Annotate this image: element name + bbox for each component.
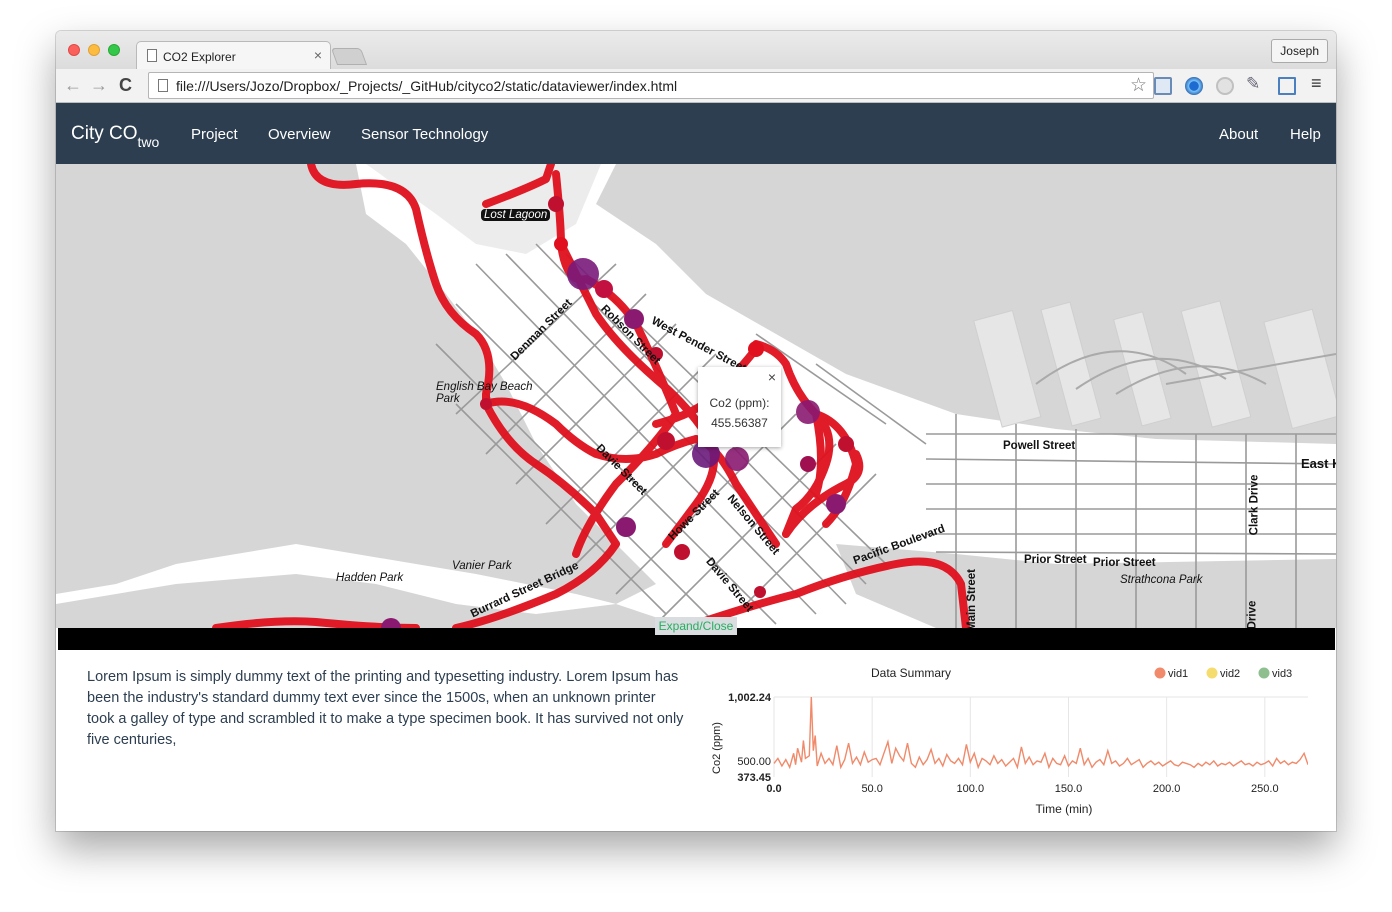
chart-series-line <box>773 696 1308 770</box>
document-icon <box>147 49 157 62</box>
popup-close-icon[interactable]: × <box>768 369 776 385</box>
menu-icon[interactable]: ≡ <box>1311 73 1329 93</box>
co2-popup: × Co2 (ppm): 455.56387 <box>698 367 781 447</box>
popup-label: Co2 (ppm): <box>709 396 770 410</box>
map-label: Main Street <box>966 569 978 628</box>
back-arrow-icon[interactable]: ← <box>64 75 82 95</box>
profile-button[interactable]: Joseph <box>1271 39 1328 63</box>
chart-legend: vid1 vid2 vid3 <box>1154 667 1292 680</box>
chart-legend-swatch <box>1154 667 1166 679</box>
eyedropper-icon[interactable]: ✎ <box>1246 74 1264 93</box>
url-text[interactable]: file:///Users/Jozo/Dropbox/_Projects/_Gi… <box>176 78 677 94</box>
window-maximize-button[interactable] <box>108 44 120 56</box>
new-tab-button[interactable] <box>330 48 368 65</box>
nav-link-sensor-technology[interactable]: Sensor Technology <box>361 126 488 143</box>
browser-toolbar: ← → C file:///Users/Jozo/Dropbox/_Projec… <box>56 69 1336 103</box>
browser-tab[interactable]: CO2 Explorer × <box>136 41 331 69</box>
browser-window: CO2 Explorer × Joseph ← → C file:///User… <box>56 31 1336 831</box>
document-icon <box>158 79 168 92</box>
chart-x-axis-label: Time (min) <box>1036 802 1093 816</box>
chart-legend-swatch <box>1206 667 1218 679</box>
map-label: Lost Lagoon <box>481 209 551 221</box>
nav-link-help[interactable]: Help <box>1290 126 1321 143</box>
map-label: East H <box>1301 456 1336 471</box>
summary-text: Lorem Ipsum is simply dummy text of the … <box>87 669 684 748</box>
nav-link-overview[interactable]: Overview <box>268 126 331 143</box>
extension-ghost-icon[interactable] <box>1216 77 1234 95</box>
chart-title: Data Summary <box>871 666 951 680</box>
reload-icon[interactable]: C <box>119 75 132 95</box>
chart-legend-label: vid2 <box>1220 668 1240 680</box>
chart-x-tick-label: 200.0 <box>1153 783 1181 795</box>
extension-window-icon[interactable] <box>1154 77 1172 95</box>
brand-main: City CO <box>71 123 138 144</box>
chart-y-ticks: 1,002.24500.00373.45 <box>728 692 772 784</box>
map-label: Clark Drive <box>1248 474 1261 536</box>
site-navbar: City COtwo Project Overview Sensor Techn… <box>56 103 1336 164</box>
tab-close-icon[interactable]: × <box>314 47 322 63</box>
co2-map[interactable]: Lost Lagoon Denman Street Robson Street … <box>56 164 1336 628</box>
bookmark-star-icon[interactable]: ☆ <box>1130 74 1147 97</box>
map-label: English Bay Beach Park <box>436 381 533 405</box>
address-bar[interactable]: file:///Users/Jozo/Dropbox/_Projects/_Gi… <box>148 72 1154 99</box>
chart-y-tick-label: 1,002.24 <box>728 692 772 704</box>
forward-arrow-icon[interactable]: → <box>90 75 108 95</box>
chart-legend-label: vid3 <box>1272 668 1292 680</box>
map-label: Powell Street <box>1003 440 1076 452</box>
summary-panel: Lorem Ipsum is simply dummy text of the … <box>56 650 1336 831</box>
map-label: Vanier Park <box>452 560 512 572</box>
map-label: Hadden Park <box>336 572 404 584</box>
chart-y-tick-label: 500.00 <box>737 756 771 768</box>
chart-x-tick-label: 0.0 <box>766 783 781 795</box>
window-close-button[interactable] <box>68 44 80 56</box>
chart-grid <box>773 696 1308 777</box>
chart-legend-label: vid1 <box>1168 668 1188 680</box>
map-label: Strathcona Park <box>1120 574 1203 586</box>
nav-link-project[interactable]: Project <box>191 126 238 143</box>
chart-x-tick-label: 100.0 <box>957 783 985 795</box>
browser-title-bar: CO2 Explorer × Joseph <box>56 31 1336 69</box>
chart-x-tick-label: 250.0 <box>1251 783 1279 795</box>
chart-x-tick-label: 50.0 <box>861 783 882 795</box>
window-minimize-button[interactable] <box>88 44 100 56</box>
chart-y-axis-label: Co2 (ppm) <box>711 722 723 774</box>
chart-x-tick-label: 150.0 <box>1055 783 1083 795</box>
data-summary-chart: Data Summary Co2 (ppm) Time (min) 1,002.… <box>711 666 1308 816</box>
map-label: Prior Street <box>1024 554 1087 566</box>
map-label: Drive <box>1246 600 1259 628</box>
map-label: Prior Street <box>1093 557 1156 569</box>
chart-x-ticks: 0.0 50.0 100.0 150.0 200.0 250.0 <box>766 783 1278 795</box>
tab-title: CO2 Explorer <box>163 50 236 64</box>
nav-link-about[interactable]: About <box>1219 126 1258 143</box>
popup-value: 455.56387 <box>711 416 768 430</box>
chart-legend-swatch <box>1258 667 1270 679</box>
chart-series <box>773 696 1308 770</box>
extension-capture-icon[interactable] <box>1278 77 1296 95</box>
expand-close-button[interactable]: Expand/Close <box>655 617 737 635</box>
site-brand[interactable]: City COtwo <box>71 123 160 150</box>
extension-eye-icon[interactable] <box>1185 77 1203 95</box>
brand-sub: two <box>137 133 160 150</box>
